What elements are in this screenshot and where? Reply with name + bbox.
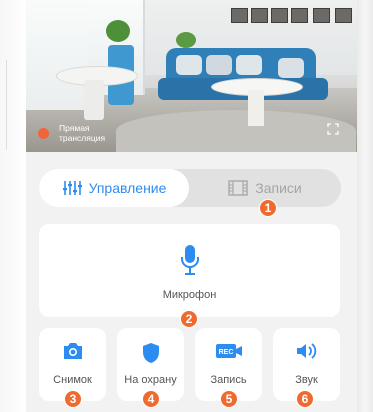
- tab-records-label: Записи: [255, 180, 302, 196]
- tab-control-label: Управление: [88, 180, 167, 196]
- rec-camera-icon: REC: [215, 344, 242, 358]
- speaker-icon: [296, 343, 316, 359]
- live-video[interactable]: Прямая трансляция: [26, 0, 357, 152]
- microphone-label: Микрофон: [162, 289, 217, 301]
- rec-icon-text: REC: [218, 349, 233, 356]
- callout-badge-5: 5: [220, 390, 238, 408]
- live-label: Прямая трансляция: [59, 123, 106, 143]
- arm-label: На охрану: [124, 374, 177, 386]
- live-dot: [38, 127, 49, 139]
- record-label: Запись: [210, 374, 247, 386]
- background-edge: [0, 0, 26, 412]
- callout-badge-3: 3: [64, 390, 82, 408]
- fullscreen-icon[interactable]: [327, 123, 339, 135]
- callout-badge-6: 6: [296, 390, 314, 408]
- view-switch: Управление Записи: [39, 169, 341, 207]
- shield-icon: [142, 343, 159, 363]
- live-indicator: Прямая трансляция: [38, 123, 129, 143]
- sliders-icon: [62, 181, 82, 195]
- phone-frame: [357, 0, 373, 412]
- camera-icon: [63, 343, 82, 359]
- film-icon: [228, 180, 248, 196]
- app-screen: Прямая трансляция Управление Записи Микр…: [26, 0, 357, 412]
- sound-label: Звук: [295, 374, 318, 386]
- snapshot-label: Снимок: [53, 374, 92, 386]
- callout-badge-2: 2: [180, 310, 198, 328]
- microphone-button[interactable]: Микрофон: [39, 224, 340, 317]
- callout-badge-4: 4: [142, 390, 160, 408]
- tab-control[interactable]: Управление: [39, 169, 189, 207]
- microphone-icon: [181, 245, 199, 275]
- callout-badge-1: 1: [259, 199, 277, 217]
